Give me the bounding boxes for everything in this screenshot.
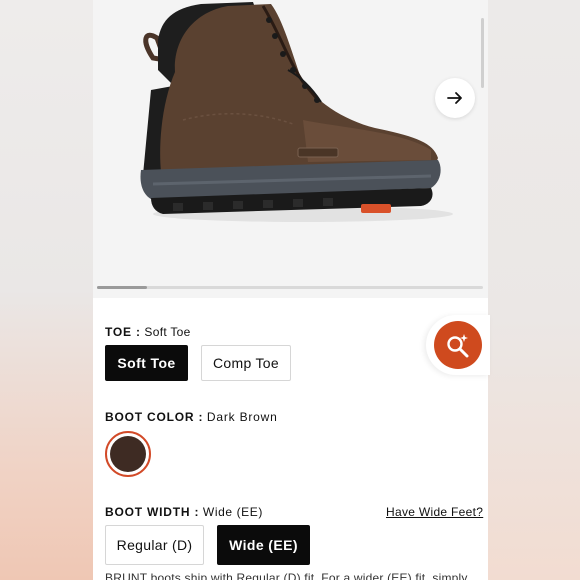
toe-option-soft[interactable]: Soft Toe [105, 345, 188, 381]
width-fit-note: BRUNT boots ship with Regular (D) fit. F… [105, 571, 468, 580]
toe-selected-value: Soft Toe [144, 325, 191, 339]
color-selected-value: Dark Brown [206, 410, 278, 424]
arrow-right-icon [447, 92, 462, 104]
width-option-wide[interactable]: Wide (EE) [217, 525, 310, 565]
color-label: BOOT COLOR : [105, 410, 204, 424]
color-label-row: BOOT COLOR : Dark Brown [105, 410, 278, 424]
next-image-button[interactable] [435, 78, 475, 118]
have-wide-feet-link[interactable]: Have Wide Feet? [386, 505, 483, 519]
background-blur-left [0, 0, 94, 580]
toe-label-row: TOE : Soft Toe [105, 325, 191, 339]
background-blur-right [486, 0, 580, 580]
product-image-gallery[interactable] [93, 0, 488, 298]
gallery-scroll-thumb[interactable] [97, 286, 148, 289]
color-swatch-fill [110, 436, 146, 472]
gallery-scroll-track[interactable] [97, 286, 483, 289]
visual-search-button[interactable] [434, 321, 482, 369]
toe-label: TOE : [105, 325, 141, 339]
boot-product-image [140, 2, 453, 222]
color-swatch-dark-brown[interactable] [105, 431, 151, 477]
magnifier-sparkle-icon [447, 334, 469, 358]
vertical-scrollbar[interactable] [481, 18, 484, 88]
toe-option-comp[interactable]: Comp Toe [201, 345, 291, 381]
width-label: BOOT WIDTH : [105, 505, 200, 519]
width-option-regular[interactable]: Regular (D) [105, 525, 204, 565]
width-selected-value: Wide (EE) [202, 505, 263, 519]
width-label-row: BOOT WIDTH : Wide (EE) [105, 505, 263, 519]
product-panel: TOE : Soft Toe Soft Toe Comp Toe BOOT CO… [93, 0, 488, 580]
